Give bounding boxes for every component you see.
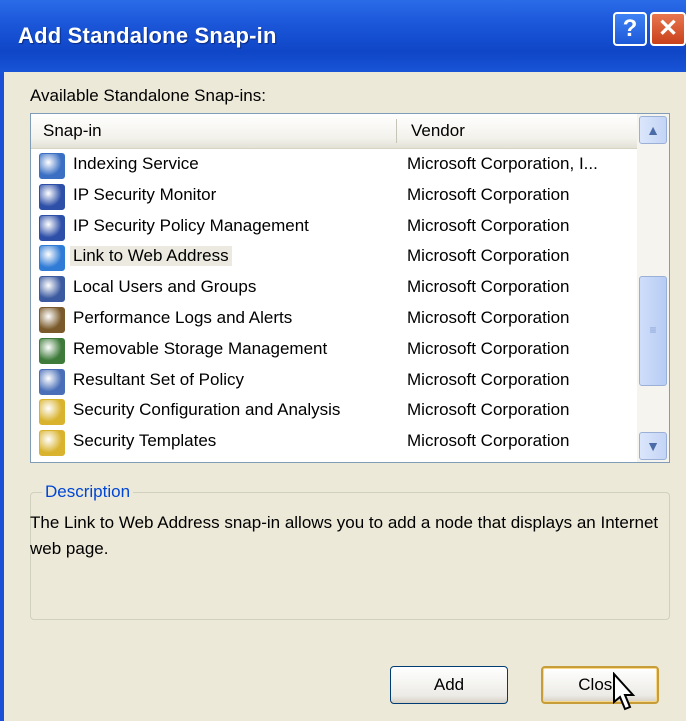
list-item[interactable]: IP Security Policy Management Microsoft C… [31,212,637,242]
description-text: The Link to Web Address snap-in allows y… [30,513,659,558]
snapin-vendor: Microsoft Corporation [407,431,570,451]
snapin-vendor: Microsoft Corporation [407,184,570,204]
close-window-button[interactable]: ✕ [650,12,686,46]
ip-security-monitor-icon [39,183,65,210]
list-header: Snap-in Vendor [31,114,637,149]
snapin-name: Removable Storage Management [73,338,328,358]
list-item[interactable]: Performance Logs and Alerts Microsoft Cor… [31,304,637,334]
list-item[interactable]: Security Templates Microsoft Corporation [31,427,637,457]
indexing-service-icon [39,153,65,179]
snapin-name: Resultant Set of Policy [73,369,245,389]
snapin-list[interactable]: Snap-in Vendor Indexing Service Microsoft… [30,113,670,463]
snapin-name: Link to Web Address [70,246,232,267]
snapin-name: Performance Logs and Alerts [73,308,293,327]
security-templates-icon [39,430,65,457]
column-divider[interactable] [396,119,397,143]
snapin-vendor: Microsoft Corporation [407,369,570,389]
scroll-thumb[interactable]: ≡ [639,276,667,386]
web-address-icon [39,245,65,272]
dialog-title: Add Standalone Snap-in [18,23,277,48]
snapin-name: Local Users and Groups [73,277,257,297]
add-button[interactable]: Add [390,666,508,704]
snapin-vendor: Microsoft Corporation [407,246,570,266]
list-item[interactable]: Local Users and Groups Microsoft Corporat… [31,273,637,303]
snapin-vendor: Microsoft Corporation [407,308,570,327]
snapin-name: IP Security Policy Management [73,215,309,235]
snapin-name: Security Templates [73,431,217,451]
title-bar[interactable]: Add Standalone Snap-in ? ✕ [0,0,686,74]
list-item[interactable]: Resultant Set of Policy Microsoft Corpora… [31,366,637,396]
list-item[interactable]: IP Security Monitor Microsoft Corporation [31,181,637,211]
list-item[interactable]: Removable Storage Management Microsoft Co… [31,335,637,365]
snapin-name: IP Security Monitor [73,184,217,204]
mouse-cursor-icon [613,672,636,711]
snapin-name: Security Configuration and Analysis [73,400,341,420]
users-groups-icon [39,276,65,303]
help-button[interactable]: ? [613,12,647,46]
list-item[interactable]: Security Configuration and Analysis Micro… [31,396,637,426]
available-snapins-label: Available Standalone Snap-ins: [30,86,266,105]
resultant-policy-icon [39,368,65,395]
snapin-vendor: Microsoft Corporation [407,277,570,297]
security-config-icon [39,399,65,426]
add-standalone-snapin-dialog: Add Standalone Snap-in ? ✕ Available Sta… [0,0,686,721]
performance-logs-icon [39,307,65,333]
snapin-vendor: Microsoft Corporation [407,400,570,420]
snapin-vendor: Microsoft Corporation [407,215,570,235]
list-item[interactable]: Indexing Service Microsoft Corporation, I… [31,150,637,180]
column-header-snapin[interactable]: Snap-in [43,121,102,141]
scroll-down-button[interactable]: ▼ [639,432,667,460]
list-item[interactable]: Link to Web Address Microsoft Corporation [31,242,637,272]
column-header-vendor[interactable]: Vendor [411,121,465,141]
removable-storage-icon [39,337,65,364]
snapin-name: Indexing Service [73,154,199,173]
ip-security-policy-icon [39,214,65,241]
snapin-vendor: Microsoft Corporation [407,338,570,358]
scroll-up-button[interactable]: ▲ [639,116,667,144]
description-title: Description [42,482,134,502]
snapin-vendor: Microsoft Corporation, I... [407,154,598,173]
vertical-scrollbar[interactable]: ▲ ≡ ▼ [637,114,669,462]
